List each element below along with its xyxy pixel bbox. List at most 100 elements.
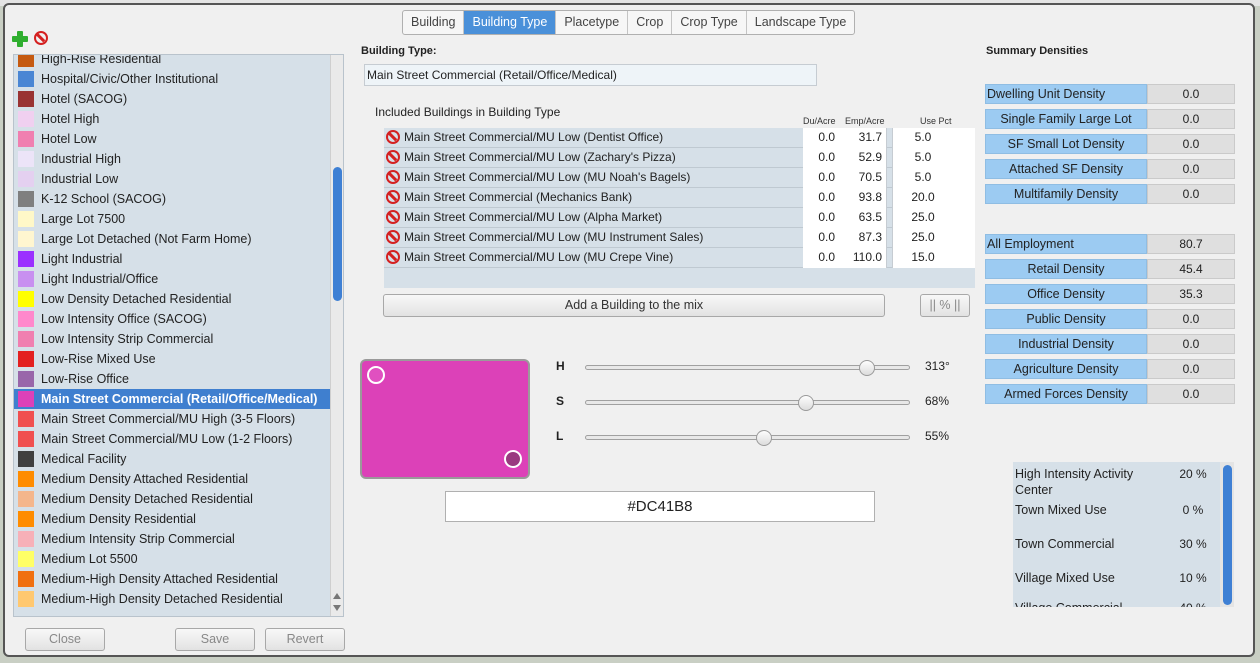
use-pct-input[interactable]: 15.0 [892, 248, 975, 268]
building-type-name-input[interactable]: Main Street Commercial (Retail/Office/Me… [364, 64, 817, 86]
list-item[interactable]: Main Street Commercial/MU Low (1-2 Floor… [14, 429, 331, 449]
list-item[interactable]: Light Industrial/Office [14, 269, 331, 289]
list-item[interactable]: Low-Rise Office [14, 369, 331, 389]
list-item[interactable]: Low Intensity Strip Commercial [14, 329, 331, 349]
list-item[interactable]: Medium Intensity Strip Commercial [14, 529, 331, 549]
tab-placetype[interactable]: Placetype [556, 11, 629, 34]
color-swatch-icon [18, 71, 34, 87]
remove-building-icon[interactable] [386, 190, 400, 204]
swatch-handle-bottom[interactable] [504, 450, 522, 468]
list-item[interactable]: Medical Facility [14, 449, 331, 469]
list-item[interactable]: Hotel (SACOG) [14, 89, 331, 109]
scroll-up-arrow-icon[interactable] [333, 593, 341, 599]
hue-slider-thumb[interactable] [858, 360, 875, 376]
add-building-button[interactable]: Add a Building to the mix [383, 294, 885, 317]
tab-crop-type[interactable]: Crop Type [672, 11, 747, 34]
revert-button[interactable]: Revert [265, 628, 345, 651]
list-item[interactable]: Medium Lot 5500 [14, 549, 331, 569]
density-label: Retail Density [985, 259, 1147, 279]
remove-building-icon[interactable] [386, 250, 400, 264]
use-pct-input[interactable]: 25.0 [892, 208, 975, 228]
list-item[interactable]: Low-Rise Mixed Use [14, 349, 331, 369]
tab-building[interactable]: Building [403, 11, 465, 34]
list-item[interactable]: Industrial Low [14, 169, 331, 189]
use-pct-input[interactable]: 25.0 [892, 228, 975, 248]
color-swatch-icon [18, 511, 34, 527]
close-button[interactable]: Close [25, 628, 105, 651]
placetype-scrollbar-thumb[interactable] [1223, 465, 1232, 605]
tab-crop[interactable]: Crop [628, 11, 673, 34]
density-row: Agriculture Density 0.0 [985, 359, 1235, 379]
placetype-name: Village Mixed Use [1015, 571, 1115, 585]
color-swatch-icon [18, 531, 34, 547]
list-item[interactable]: Main Street Commercial (Retail/Office/Me… [14, 389, 331, 409]
use-pct-input[interactable]: 5.0 [892, 168, 975, 188]
density-label: All Employment [985, 234, 1147, 254]
emp-acre-cell: 110.0 [837, 248, 887, 268]
list-item[interactable]: Medium Density Detached Residential [14, 489, 331, 509]
list-item[interactable]: Hotel Low [14, 129, 331, 149]
list-item-label: Large Lot 7500 [41, 212, 126, 226]
tab-landscape-type[interactable]: Landscape Type [747, 11, 855, 34]
use-pct-input[interactable]: 5.0 [892, 148, 975, 168]
placetype-list[interactable]: High Intensity Activity Center 20 % Town M… [1013, 462, 1234, 607]
color-swatch-icon [18, 211, 34, 227]
density-row: Dwelling Unit Density 0.0 [985, 84, 1235, 104]
delete-icon[interactable] [34, 31, 48, 45]
emp-acre-cell: 52.9 [837, 148, 887, 168]
lightness-slider-thumb[interactable] [755, 430, 772, 446]
list-item[interactable]: Large Lot Detached (Not Farm Home) [14, 229, 331, 249]
color-swatch[interactable] [360, 359, 530, 479]
remove-building-icon[interactable] [386, 210, 400, 224]
list-scrollbar[interactable] [330, 55, 343, 616]
list-item[interactable]: Medium-High Density Detached Residential [14, 589, 331, 609]
list-item[interactable]: High-Rise Residential [14, 55, 331, 69]
building-type-list[interactable]: High-Rise Residential Hospital/Civic/Othe… [13, 54, 344, 617]
remove-building-icon[interactable] [386, 150, 400, 164]
use-pct-input[interactable]: 20.0 [892, 188, 975, 208]
du-acre-cell: 0.0 [803, 188, 837, 208]
hue-value: 313° [925, 359, 950, 373]
list-item[interactable]: Medium Density Attached Residential [14, 469, 331, 489]
list-item[interactable]: Light Industrial [14, 249, 331, 269]
placetype-scrollbar[interactable] [1220, 462, 1234, 607]
remove-building-icon[interactable] [386, 230, 400, 244]
saturation-slider[interactable] [585, 395, 910, 411]
list-item[interactable]: Low Density Detached Residential [14, 289, 331, 309]
remove-building-icon[interactable] [386, 130, 400, 144]
color-swatch-icon [18, 111, 34, 127]
list-item[interactable]: Industrial High [14, 149, 331, 169]
use-pct-input[interactable]: 5.0 [892, 128, 975, 148]
list-item[interactable]: Large Lot 7500 [14, 209, 331, 229]
color-swatch-icon [18, 131, 34, 147]
hue-slider[interactable] [585, 360, 910, 376]
density-value: 0.0 [1147, 384, 1235, 404]
list-item[interactable]: Medium-High Density Attached Residential [14, 569, 331, 589]
density-label: SF Small Lot Density [985, 134, 1147, 154]
color-swatch-icon [18, 391, 34, 407]
remove-building-icon[interactable] [386, 170, 400, 184]
list-scrollbar-thumb[interactable] [333, 167, 342, 301]
swatch-handle-top[interactable] [367, 366, 385, 384]
list-item-label: Low-Rise Office [41, 372, 129, 386]
list-item[interactable]: Main Street Commercial/MU High (3-5 Floo… [14, 409, 331, 429]
included-buildings-grid: Main Street Commercial/MU Low (Dentist O… [384, 128, 975, 288]
list-item[interactable]: Hotel High [14, 109, 331, 129]
tab-building-type[interactable]: Building Type [464, 11, 557, 34]
add-plus-icon[interactable] [12, 31, 28, 47]
building-name: Main Street Commercial/MU Low (Alpha Mar… [404, 210, 663, 224]
hex-color-input[interactable]: #DC41B8 [445, 491, 875, 522]
density-row: Office Density 35.3 [985, 284, 1235, 304]
density-label: Agriculture Density [985, 359, 1147, 379]
list-item[interactable]: Medium Density Residential [14, 509, 331, 529]
list-item[interactable]: Low Intensity Office (SACOG) [14, 309, 331, 329]
list-item[interactable]: K-12 School (SACOG) [14, 189, 331, 209]
list-item-label: Main Street Commercial (Retail/Office/Me… [41, 392, 318, 406]
save-button[interactable]: Save [175, 628, 255, 651]
saturation-slider-thumb[interactable] [797, 395, 814, 411]
placetype-pct: 0 % [1182, 503, 1204, 517]
list-item[interactable]: Hospital/Civic/Other Institutional [14, 69, 331, 89]
percent-normalize-button[interactable]: || % || [920, 294, 970, 317]
lightness-slider[interactable] [585, 430, 910, 446]
scroll-down-arrow-icon[interactable] [333, 605, 341, 611]
